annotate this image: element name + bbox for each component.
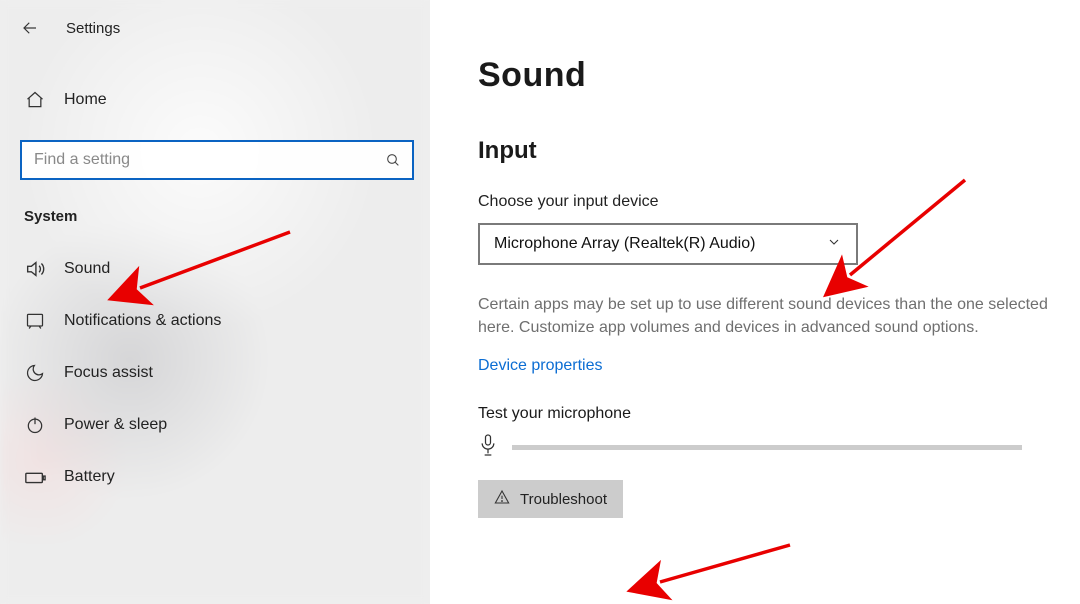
focus-assist-icon: [24, 362, 46, 384]
search-icon: [384, 151, 402, 169]
chevron-down-icon: [826, 234, 842, 255]
sidebar-item-label: Home: [64, 91, 414, 109]
notifications-icon: [24, 310, 46, 332]
power-icon: [24, 414, 46, 436]
sidebar-item-notifications[interactable]: Notifications & actions: [0, 295, 430, 347]
sidebar-item-label: Power & sleep: [64, 416, 414, 434]
search-input[interactable]: [34, 151, 384, 169]
mic-level-bar: [512, 445, 1022, 450]
input-device-label: Choose your input device: [478, 193, 1080, 211]
warning-icon: [494, 489, 510, 509]
arrow-left-icon: [21, 19, 39, 37]
microphone-icon: [478, 433, 498, 462]
back-button[interactable]: [18, 16, 42, 40]
sidebar-item-sound[interactable]: Sound: [0, 243, 430, 295]
page-title: Sound: [478, 56, 1080, 95]
sidebar-item-power-sleep[interactable]: Power & sleep: [0, 399, 430, 451]
sidebar-item-label: Battery: [64, 468, 414, 486]
sidebar: Settings Home System Sound: [0, 0, 430, 604]
sidebar-item-battery[interactable]: Battery: [0, 451, 430, 503]
search-input-wrapper[interactable]: [20, 140, 414, 180]
sidebar-item-focus-assist[interactable]: Focus assist: [0, 347, 430, 399]
sidebar-group-label: System: [24, 208, 430, 225]
troubleshoot-label: Troubleshoot: [520, 491, 607, 508]
section-title-input: Input: [478, 137, 1080, 165]
troubleshoot-button[interactable]: Troubleshoot: [478, 480, 623, 518]
input-device-select[interactable]: Microphone Array (Realtek(R) Audio): [478, 223, 858, 265]
test-mic-label: Test your microphone: [478, 405, 1080, 423]
input-device-value: Microphone Array (Realtek(R) Audio): [494, 235, 755, 253]
sidebar-item-label: Sound: [64, 260, 414, 278]
sidebar-item-home[interactable]: Home: [0, 78, 430, 122]
window-title: Settings: [66, 20, 120, 37]
sidebar-item-label: Focus assist: [64, 364, 414, 382]
sidebar-item-label: Notifications & actions: [64, 312, 414, 330]
input-help-text: Certain apps may be set up to use differ…: [478, 293, 1058, 339]
sound-icon: [24, 258, 46, 280]
main-content: Sound Input Choose your input device Mic…: [430, 0, 1080, 604]
device-properties-link[interactable]: Device properties: [478, 357, 603, 375]
battery-icon: [24, 466, 46, 488]
home-icon: [24, 89, 46, 111]
